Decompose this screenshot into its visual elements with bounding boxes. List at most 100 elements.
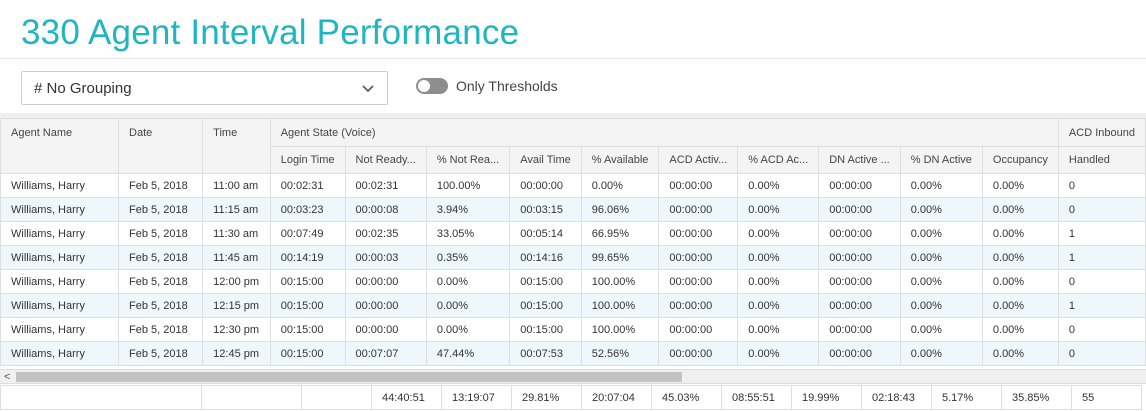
table-row[interactable]: Williams, Harry Feb 5, 2018 11:30 am 00:07:… <box>0 221 1146 246</box>
table-cell: 0.00% <box>580 173 660 198</box>
totals-cell: 13:19:07 <box>441 385 512 410</box>
table-cell: 00:00:00 <box>658 245 739 270</box>
table-cell: 0.00% <box>981 317 1059 342</box>
table-cell: 0.00% <box>899 293 983 318</box>
table-cell: 0.00% <box>899 341 983 366</box>
table-row[interactable]: Williams, Harry Feb 5, 2018 12:00 pm 00:15:… <box>0 269 1146 294</box>
table-row[interactable]: Williams, Harry Feb 5, 2018 11:15 am 00:03:… <box>0 197 1146 222</box>
table-cell: 100.00% <box>425 173 511 198</box>
only-thresholds-toggle[interactable]: Only Thresholds <box>416 78 558 94</box>
table-cell: 0.00% <box>899 173 983 198</box>
table-cell: 00:07:53 <box>509 341 582 366</box>
table-cell: 00:15:00 <box>509 293 582 318</box>
table-cell: 1 <box>1057 293 1146 318</box>
table-cell: 00:03:23 <box>269 197 346 222</box>
col-header-sub[interactable]: % ACD Ac... <box>737 146 820 174</box>
table-cell: 0.00% <box>981 293 1059 318</box>
totals-row: 44:40:51 13:19:07 29.81% 20:07:04 45.03% 08:5… <box>0 385 1142 410</box>
col-header-sub[interactable]: % DN Active <box>899 146 983 174</box>
col-header-date[interactable]: Date <box>118 118 204 174</box>
table-row[interactable]: Williams, Harry Feb 5, 2018 11:00 am 00:02:… <box>0 173 1146 198</box>
col-header-sub[interactable]: Handled <box>1057 146 1146 174</box>
col-header-sub[interactable]: ACD Activ... <box>658 146 739 174</box>
table-cell: 00:00:00 <box>658 293 739 318</box>
table-cell: 00:00:00 <box>344 317 427 342</box>
table-cell: 00:00:00 <box>818 317 901 342</box>
table-cell: 00:00:00 <box>658 341 739 366</box>
chevron-down-icon <box>362 85 374 93</box>
page-title: 330 Agent Interval Performance <box>21 13 520 52</box>
table-cell: Williams, Harry <box>0 341 120 366</box>
col-header-sub[interactable]: % Available <box>580 146 660 174</box>
table-cell: 00:00:00 <box>818 173 901 198</box>
table-cell: 0.00% <box>981 197 1059 222</box>
grouping-select[interactable]: # No Grouping <box>21 71 388 105</box>
totals-cell <box>201 385 302 410</box>
table-cell: Williams, Harry <box>0 269 120 294</box>
table-cell: 1 <box>1057 221 1146 246</box>
table-row[interactable]: Williams, Harry Feb 5, 2018 12:30 pm 00:15:… <box>0 317 1146 342</box>
table-cell: 0 <box>1057 269 1146 294</box>
table-cell: 0.00% <box>981 341 1059 366</box>
table-cell: 0.00% <box>425 317 511 342</box>
table-cell: 00:00:00 <box>658 197 739 222</box>
totals-cell: 5.17% <box>931 385 1002 410</box>
table-cell: 0.00% <box>737 341 820 366</box>
table-cell: 00:15:00 <box>509 317 582 342</box>
table-cell: 12:45 pm <box>202 341 271 366</box>
table-cell: Feb 5, 2018 <box>118 245 204 270</box>
group-header-acd-inbound: ACD Inbound <box>1057 118 1146 147</box>
table-cell: 00:02:31 <box>269 173 346 198</box>
table-cell: 00:00:00 <box>658 269 739 294</box>
col-header-time[interactable]: Time <box>202 118 271 174</box>
table-cell: 00:00:00 <box>818 245 901 270</box>
totals-cell: 35.85% <box>1001 385 1072 410</box>
col-header-sub[interactable]: % Not Rea... <box>425 146 511 174</box>
col-header-sub[interactable]: Avail Time <box>509 146 582 174</box>
table-cell: Feb 5, 2018 <box>118 293 204 318</box>
table-cell: 00:00:00 <box>818 221 901 246</box>
col-header-agent-name[interactable]: Agent Name <box>0 118 120 174</box>
table-cell: Williams, Harry <box>0 245 120 270</box>
table-cell: 00:14:19 <box>269 245 346 270</box>
totals-cell <box>301 385 372 410</box>
table-cell: 0.00% <box>737 245 820 270</box>
table-cell: 3.94% <box>425 197 511 222</box>
report-table-area: Agent Name Date Time Agent State (Voice)… <box>0 118 1146 411</box>
table-cell: 00:00:08 <box>344 197 427 222</box>
table-cell: 0.00% <box>899 245 983 270</box>
toggle-switch[interactable] <box>416 78 448 94</box>
table-cell: Williams, Harry <box>0 197 120 222</box>
table-cell: 0.00% <box>425 269 511 294</box>
table-cell: Feb 5, 2018 <box>118 197 204 222</box>
group-header-agent-state: Agent State (Voice) <box>269 118 1059 147</box>
table-cell: Feb 5, 2018 <box>118 269 204 294</box>
totals-cell: 55 <box>1071 385 1142 410</box>
table-cell: 00:00:00 <box>658 317 739 342</box>
table-cell: Williams, Harry <box>0 293 120 318</box>
table-cell: 00:02:35 <box>344 221 427 246</box>
totals-cell: 08:55:51 <box>721 385 792 410</box>
table-cell: 99.65% <box>580 245 660 270</box>
table-cell: 00:00:03 <box>344 245 427 270</box>
col-header-sub[interactable]: DN Active ... <box>818 146 901 174</box>
grouping-select-value: # No Grouping <box>34 79 132 97</box>
scrollbar-thumb[interactable] <box>16 372 682 382</box>
table-cell: 0 <box>1057 173 1146 198</box>
table-cell: 33.05% <box>425 221 511 246</box>
col-header-sub[interactable]: Occupancy <box>981 146 1059 174</box>
table-row[interactable]: Williams, Harry Feb 5, 2018 12:15 pm 00:15:… <box>0 293 1146 318</box>
table-cell: 0 <box>1057 197 1146 222</box>
table-cell: 11:00 am <box>202 173 271 198</box>
table-cell: 00:07:07 <box>344 341 427 366</box>
table-row[interactable]: Williams, Harry Feb 5, 2018 12:45 pm 00:15:… <box>0 341 1146 366</box>
table-cell: 0 <box>1057 317 1146 342</box>
col-header-sub[interactable]: Not Ready... <box>344 146 427 174</box>
table-cell: 0.00% <box>899 197 983 222</box>
table-row[interactable]: Williams, Harry Feb 5, 2018 11:45 am 00:14:… <box>0 245 1146 270</box>
horizontal-scrollbar[interactable]: < <box>0 369 1146 384</box>
col-header-sub[interactable]: Login Time <box>269 146 346 174</box>
table-cell: 66.95% <box>580 221 660 246</box>
table-cell: 00:03:15 <box>509 197 582 222</box>
scroll-left-arrow-icon[interactable]: < <box>4 370 10 384</box>
